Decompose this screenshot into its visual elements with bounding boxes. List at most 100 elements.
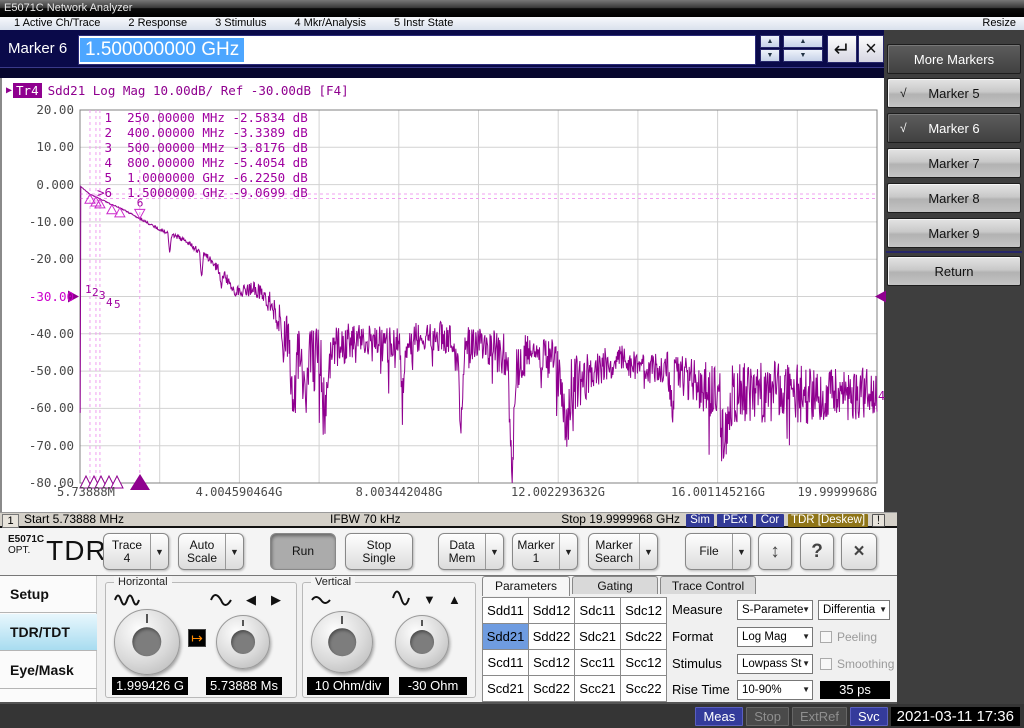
menu-bar: 1 Active Ch/Trace2 Response3 Stimulus4 M… xyxy=(0,17,1024,30)
trace-end-number: 4 xyxy=(878,389,885,403)
softkey-marker-7[interactable]: Marker 7 xyxy=(887,148,1021,178)
button-label: Run xyxy=(271,534,335,569)
tab-tdr-tdt[interactable]: TDR/TDT xyxy=(0,614,97,651)
marker-search-button[interactable]: MarkerSearch▼ xyxy=(588,533,658,570)
status-badge-cor: Cor xyxy=(756,514,784,527)
sparam-sdd12[interactable]: Sdd12 xyxy=(529,598,574,623)
stop-single-button[interactable]: StopSingle xyxy=(345,533,413,570)
vertical-position-display: -30 Ohm xyxy=(399,677,467,695)
tab-eye-mask[interactable]: Eye/Mask xyxy=(0,652,97,689)
down-arrow-icon[interactable]: ▼ xyxy=(423,592,436,607)
data-mem-button[interactable]: DataMem▼ xyxy=(438,533,504,570)
close-button[interactable]: × xyxy=(841,533,877,570)
dropdown-value: Lowpass St xyxy=(742,658,801,670)
sparam-sdd21[interactable]: Sdd21 xyxy=(483,624,528,649)
y-axis-label: -70.00 xyxy=(2,438,74,453)
softkey-marker-8[interactable]: Marker 8 xyxy=(887,183,1021,213)
updown-arrows-icon: ↕ xyxy=(759,534,791,569)
left-arrow-icon[interactable]: ◀ xyxy=(246,592,256,608)
menu-item-resize[interactable]: Resize xyxy=(974,17,1024,30)
softkey-return[interactable]: Return xyxy=(887,256,1021,286)
sparam-scd11[interactable]: Scd11 xyxy=(483,650,528,675)
menu-item-2-response[interactable]: 2 Response xyxy=(114,17,201,30)
vertical-scale-knob[interactable] xyxy=(311,611,373,673)
measure-dropdown[interactable]: S-Paramete ▼ xyxy=(737,600,813,620)
entry-enter-button[interactable]: ↵ xyxy=(827,35,857,63)
softkey-marker-6[interactable]: √Marker 6 xyxy=(887,113,1021,143)
sparam-sdc12[interactable]: Sdc12 xyxy=(621,598,666,623)
marker-value-input[interactable]: 1.500000000 GHz xyxy=(78,35,756,65)
softkey-label: Marker 6 xyxy=(928,121,979,136)
file-button[interactable]: File▼ xyxy=(685,533,751,570)
help-button[interactable]: ? xyxy=(800,533,834,570)
sparam-sdc21[interactable]: Sdc21 xyxy=(575,624,620,649)
marker-5-number: 5 xyxy=(114,298,121,311)
sweep-stop-label: Stop 19.9999968 GHz xyxy=(520,513,680,526)
sparam-sdd11[interactable]: Sdd11 xyxy=(483,598,528,623)
sparam-sdc11[interactable]: Sdc11 xyxy=(575,598,620,623)
tab-setup[interactable]: Setup xyxy=(0,576,97,613)
instrument-status-bar: MeasStopExtRefSvc2021-03-11 17:36 xyxy=(0,704,1024,728)
softkey-marker-9[interactable]: Marker 9 xyxy=(887,218,1021,248)
sparam-scd21[interactable]: Scd21 xyxy=(483,676,528,701)
logo-opt: OPT. xyxy=(8,545,44,556)
topology-dropdown[interactable]: Differentia ▼ xyxy=(818,600,890,620)
up-arrow-icon[interactable]: ▲ xyxy=(448,592,461,607)
updown-arrows-button[interactable]: ↕ xyxy=(758,533,792,570)
marker-3-number: 3 xyxy=(99,289,106,302)
spin-down-large-button[interactable]: ▼ xyxy=(783,49,823,62)
window-title-bar[interactable]: E5071C Network Analyzer xyxy=(0,0,1024,17)
spin-up-large-button[interactable]: ▲ xyxy=(783,35,823,48)
tab-trace-control[interactable]: Trace Control xyxy=(660,576,756,594)
offset-icon[interactable]: ↦ xyxy=(188,629,206,647)
softkey-marker-5[interactable]: √Marker 5 xyxy=(887,78,1021,108)
menu-item-1-active-ch-trace[interactable]: 1 Active Ch/Trace xyxy=(0,17,114,30)
chevron-down-icon: ▼ xyxy=(639,534,657,569)
trace-4-button[interactable]: Trace4▼ xyxy=(103,533,169,570)
peeling-checkbox[interactable]: Peeling xyxy=(820,627,877,647)
marker-1-button[interactable]: Marker1▼ xyxy=(512,533,578,570)
softkey-label: Return xyxy=(934,264,973,279)
sparam-scc21[interactable]: Scc21 xyxy=(575,676,620,701)
softkey-separator xyxy=(886,251,1022,253)
y-axis-label: -40.00 xyxy=(2,326,74,341)
menu-item-4-mkr-analysis[interactable]: 4 Mkr/Analysis xyxy=(280,17,380,30)
sparam-scc12[interactable]: Scc12 xyxy=(621,650,666,675)
channel-number: 1 xyxy=(2,514,19,528)
sparam-sdc22[interactable]: Sdc22 xyxy=(621,624,666,649)
rise-time-display: 35 ps xyxy=(820,681,890,699)
sparam-scc22[interactable]: Scc22 xyxy=(621,676,666,701)
y-axis-label: -10.00 xyxy=(2,214,74,229)
menu-item-5-instr-state[interactable]: 5 Instr State xyxy=(380,17,467,30)
run-button[interactable]: Run xyxy=(270,533,336,570)
sparam-scd22[interactable]: Scd22 xyxy=(529,676,574,701)
rise-time-dropdown[interactable]: 10-90% ▼ xyxy=(737,680,813,700)
marker-2-number: 2 xyxy=(92,286,99,299)
auto-scale-button[interactable]: AutoScale▼ xyxy=(178,533,244,570)
marker-readout-table: 1 250.00000 MHz -2.5834 dB 2 400.00000 M… xyxy=(97,111,308,200)
softkey-sidebar: More Markers Return √Marker 5√Marker 6Ma… xyxy=(884,30,1024,704)
vertical-position-knob[interactable] xyxy=(395,615,449,669)
smoothing-checkbox[interactable]: Smoothing xyxy=(820,654,894,674)
horizontal-position-knob[interactable] xyxy=(216,615,270,669)
tab-gating[interactable]: Gating xyxy=(572,576,658,594)
menu-item-3-stimulus[interactable]: 3 Stimulus xyxy=(201,17,280,30)
spin-up-small-button[interactable]: ▲ xyxy=(760,35,780,48)
spin-down-small-button[interactable]: ▼ xyxy=(760,49,780,62)
indicator-extref: ExtRef xyxy=(792,707,847,726)
enter-icon: ↵ xyxy=(834,37,851,62)
stimulus-dropdown[interactable]: Lowpass St ▼ xyxy=(737,654,813,674)
tab-parameters[interactable]: Parameters xyxy=(482,576,570,596)
close-icon: × xyxy=(842,534,876,569)
indicator-stop: Stop xyxy=(746,707,789,726)
sparam-sdd22[interactable]: Sdd22 xyxy=(529,624,574,649)
horizontal-scale-knob[interactable] xyxy=(114,609,180,675)
format-dropdown[interactable]: Log Mag ▼ xyxy=(737,627,813,647)
x-axis-label: 4.004590464G xyxy=(196,485,283,499)
wave-icon xyxy=(209,591,233,614)
sparam-scd12[interactable]: Scd12 xyxy=(529,650,574,675)
sparam-scc11[interactable]: Scc11 xyxy=(575,650,620,675)
entry-close-button[interactable]: × xyxy=(858,35,884,63)
softkey-more-markers[interactable]: More Markers xyxy=(887,44,1021,74)
right-arrow-icon[interactable]: ▶ xyxy=(271,592,281,608)
